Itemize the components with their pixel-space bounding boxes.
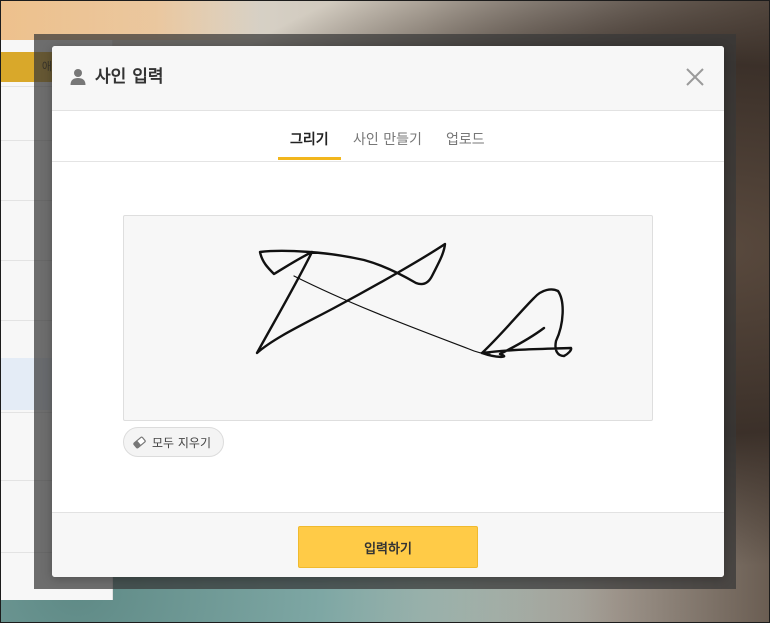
signature-stroke [480, 288, 573, 359]
submit-button[interactable]: 입력하기 [298, 526, 478, 568]
signature-stroke [293, 275, 491, 355]
signature-drawing [255, 242, 573, 359]
modal-footer: 입력하기 [52, 512, 724, 577]
modal-header: 사인 입력 [52, 46, 724, 111]
signature-modal: 사인 입력 그리기 사인 만들기 업로드 모두 지우기 입력하기 [52, 46, 724, 577]
user-icon [69, 68, 87, 86]
clear-all-button[interactable]: 모두 지우기 [123, 427, 225, 457]
tab-upload[interactable]: 업로드 [446, 130, 485, 150]
signature-canvas[interactable] [123, 215, 653, 421]
tab-bar: 그리기 사인 만들기 업로드 [52, 110, 724, 162]
active-tab-indicator [278, 157, 341, 160]
modal-title: 사인 입력 [95, 67, 164, 87]
eraser-icon [132, 435, 147, 450]
signature-stroke [255, 242, 447, 355]
close-icon[interactable] [684, 66, 706, 88]
clear-all-label: 모두 지우기 [152, 435, 212, 450]
tab-draw[interactable]: 그리기 [290, 130, 329, 150]
tab-make-signature[interactable]: 사인 만들기 [353, 130, 422, 150]
